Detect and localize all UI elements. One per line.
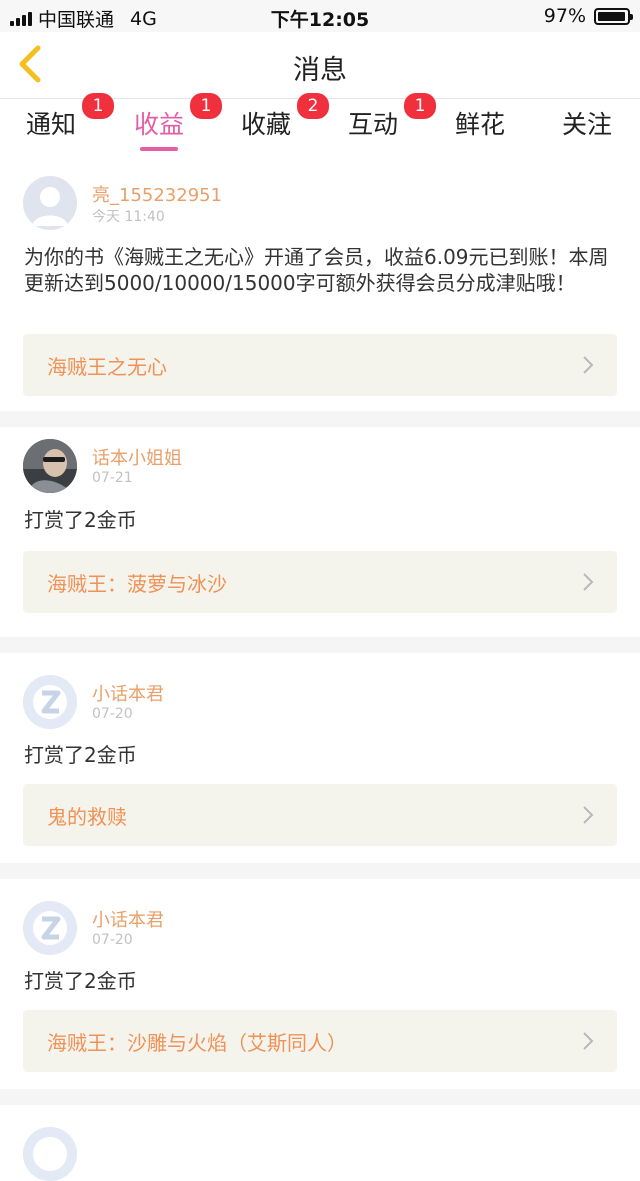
tab-follow[interactable]: 关注	[562, 105, 612, 141]
tab-label: 收益	[134, 110, 185, 139]
book-link[interactable]: 海贼王：菠萝与冰沙	[23, 551, 617, 613]
username[interactable]: 小话本君	[92, 906, 164, 932]
page-title: 消息	[293, 55, 347, 86]
book-title: 海贼王：菠萝与冰沙	[47, 572, 227, 596]
book-link[interactable]: 鬼的救赎	[23, 784, 617, 846]
message-card: 小话本君 07-20 打赏了2金币 鬼的救赎	[0, 653, 640, 863]
message-time: 07-20	[92, 932, 133, 948]
message-card: 话本小姐姐 07-21 打赏了2金币 海贼王：菠萝与冰沙	[0, 427, 640, 637]
book-link[interactable]: 海贼王之无心	[23, 334, 617, 396]
status-bar: 中国联通 4G 下午12:05 97%	[0, 0, 640, 32]
battery-icon	[594, 7, 633, 25]
message-list: 亮_155232951 今天 11:40 为你的书《海贼王之无心》开通了会员，收…	[0, 154, 640, 1181]
divider	[0, 1089, 640, 1105]
book-link[interactable]: 海贼王：沙雕与火焰（艾斯同人）	[23, 1010, 617, 1072]
book-title: 鬼的救赎	[47, 805, 127, 829]
app-logo-avatar[interactable]	[23, 901, 77, 955]
divider	[0, 863, 640, 879]
message-text: 打赏了2金币	[24, 969, 137, 993]
nav-bar: 消息	[0, 32, 640, 98]
message-text: 打赏了2金币	[24, 508, 137, 532]
divider	[0, 411, 640, 427]
app-logo-avatar[interactable]	[23, 1127, 77, 1181]
message-card: 小话本君 07-20 打赏了2金币 海贼王：沙雕与火焰（艾斯同人）	[0, 879, 640, 1089]
tab-label: 通知	[26, 110, 77, 139]
tab-favorites[interactable]: 收藏 2	[241, 93, 330, 141]
chevron-right-icon	[583, 356, 594, 374]
default-avatar-icon[interactable]	[23, 176, 77, 230]
chevron-right-icon	[583, 806, 594, 824]
tab-label: 互动	[348, 110, 399, 139]
tab-label: 鲜花	[455, 110, 506, 139]
username[interactable]: 话本小姐姐	[92, 444, 182, 470]
chevron-right-icon	[583, 1032, 594, 1050]
message-card	[0, 1105, 640, 1181]
tab-interaction[interactable]: 互动 1	[348, 93, 437, 141]
user-photo-avatar[interactable]	[23, 439, 77, 493]
tab-flowers[interactable]: 鲜花	[455, 105, 505, 141]
divider	[0, 637, 640, 653]
message-text: 为你的书《海贼王之无心》开通了会员，收益6.09元已到账！本周更新达到5000/…	[24, 245, 609, 295]
chevron-right-icon	[583, 573, 594, 591]
tab-badge: 2	[297, 93, 330, 119]
message-time: 今天 11:40	[92, 209, 165, 225]
tab-badge: 1	[404, 93, 437, 119]
tab-notice[interactable]: 通知 1	[26, 93, 115, 141]
tab-bar: 通知 1 收益 1 收藏 2 互动 1 鲜花 关注	[0, 93, 640, 154]
message-card: 亮_155232951 今天 11:40 为你的书《海贼王之无心》开通了会员，收…	[0, 154, 640, 411]
tab-badge: 1	[190, 93, 223, 119]
username[interactable]: 小话本君	[92, 680, 164, 706]
tab-badge: 1	[82, 93, 115, 119]
tab-label: 关注	[562, 110, 613, 139]
tab-earnings[interactable]: 收益 1	[134, 93, 223, 151]
message-time: 07-21	[92, 470, 133, 486]
app-logo-avatar[interactable]	[23, 675, 77, 729]
book-title: 海贼王：沙雕与火焰（艾斯同人）	[47, 1031, 347, 1055]
book-title: 海贼王之无心	[47, 355, 167, 379]
tab-label: 收藏	[241, 110, 292, 139]
battery-percent: 97%	[543, 5, 586, 27]
username[interactable]: 亮_155232951	[92, 181, 222, 207]
message-text: 打赏了2金币	[24, 743, 137, 767]
active-tab-indicator	[140, 147, 179, 151]
message-time: 07-20	[92, 706, 133, 722]
